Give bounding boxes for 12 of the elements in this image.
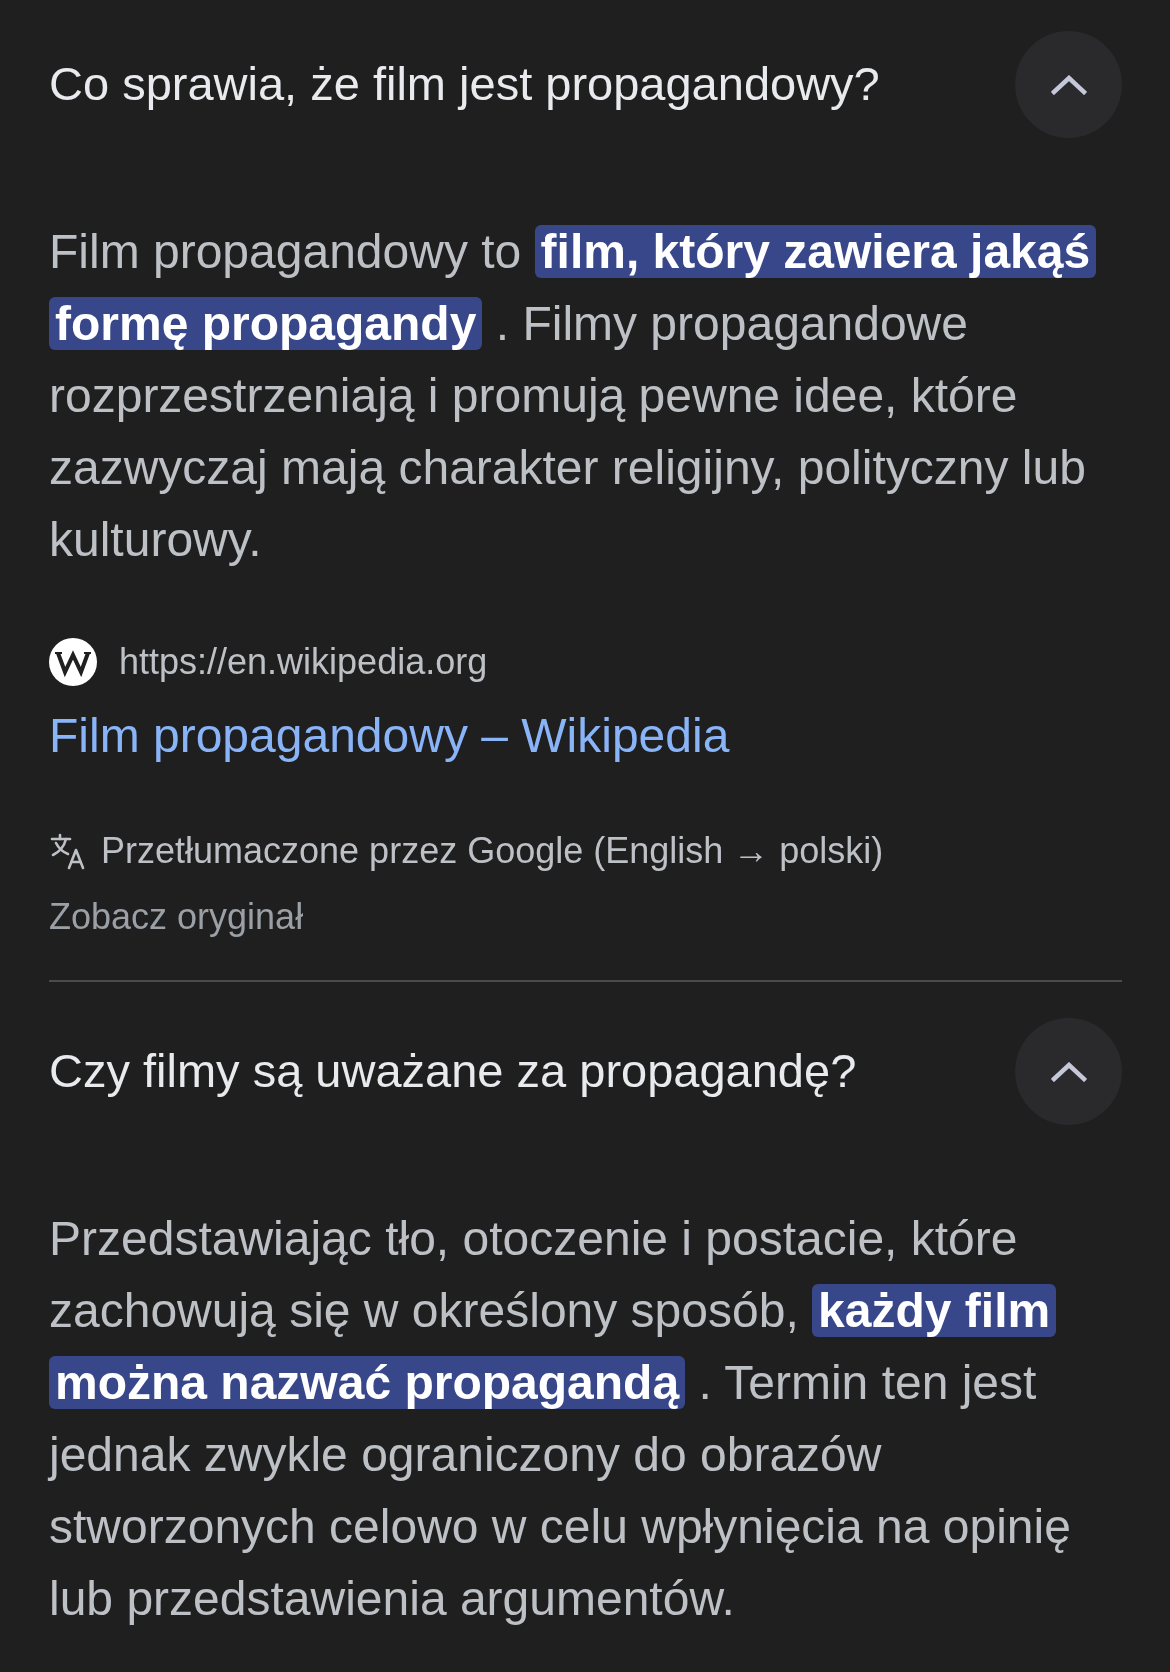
translate-icon bbox=[49, 832, 87, 870]
question-heading: Czy filmy są uważane za propagandę? bbox=[49, 1043, 857, 1100]
chevron-up-icon bbox=[1050, 1061, 1087, 1082]
question-heading: Co sprawia, że film jest propagandowy? bbox=[49, 56, 880, 113]
chevron-up-icon bbox=[1050, 74, 1087, 95]
source-link[interactable]: Film propagandowy – Wikipedia bbox=[49, 706, 730, 766]
translation-note: Przetłumaczone przez Google (English → polski) bbox=[101, 829, 884, 873]
source-url: https://en.wikipedia.org bbox=[119, 641, 488, 683]
answer-text: Film propagandowy to film, który zawiera jakąś formę propagandy . Filmy propagandowe rozprzestrzeniają i promują pewne idee, które zazwyczaj mają charakter religijny, polityczny lub kulturowy. bbox=[49, 216, 1122, 576]
w-logo-icon bbox=[49, 638, 97, 686]
answer-text: Przedstawiając tło, otoczenie i postacie, które zachowują się w określony sposób, każdy film można nazwać propagandą . Termin ten jest jednak zwykle ograniczony do obrazów stworzonych celowo w celu wpłynięcia na opinię lub przedstawienia argumentów. bbox=[49, 1211, 1072, 1627]
see-original-link[interactable]: Zobacz oryginał bbox=[49, 894, 304, 940]
